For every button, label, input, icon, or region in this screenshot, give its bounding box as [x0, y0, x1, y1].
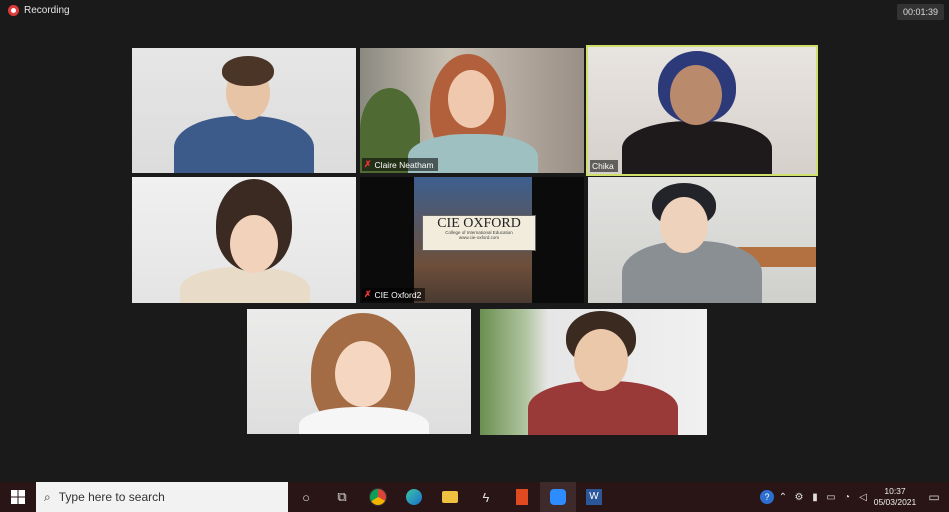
battery-icon[interactable]: ▭	[823, 492, 839, 503]
settings-icon[interactable]: ⚙	[791, 492, 807, 503]
chevron-up-icon[interactable]: ⌃	[775, 492, 791, 503]
record-icon	[8, 5, 19, 16]
clock-date: 05/03/2021	[873, 497, 917, 507]
word-icon[interactable]: W	[576, 482, 612, 512]
office-icon[interactable]	[504, 482, 540, 512]
video-tile-2[interactable]: ✗ Claire Neatham	[360, 48, 584, 173]
task-view-icon[interactable]: ⧉	[324, 482, 360, 512]
recording-label: Recording	[24, 5, 70, 16]
video-tile-7[interactable]	[247, 309, 471, 434]
video-tile-1[interactable]	[132, 48, 356, 173]
mic-muted-icon: ✗	[364, 289, 372, 299]
video-tile-4[interactable]	[132, 177, 356, 303]
taskbar-clock[interactable]: 10:37 05/03/2021	[871, 486, 919, 508]
mic-muted-icon: ✗	[364, 159, 372, 169]
video-tile-8[interactable]	[480, 309, 707, 435]
participant-name: Chika	[590, 160, 618, 172]
file-explorer-icon[interactable]	[432, 482, 468, 512]
network-icon[interactable]: ◔	[839, 492, 855, 503]
taskbar-search-box[interactable]: ⌕ Type here to search	[36, 482, 288, 512]
video-tile-3[interactable]: Chika	[586, 45, 818, 176]
participant-name: ✗ CIE Oxford2	[362, 288, 426, 301]
video-tile-6[interactable]	[588, 177, 816, 303]
app-icon[interactable]: ϟ	[468, 482, 504, 512]
system-tray: ? ⌃ ⚙ ▮ ▭ ◔ ◁ 10:37 05/03/2021 ▭	[759, 482, 949, 512]
zoom-icon[interactable]	[540, 482, 576, 512]
windows-taskbar: ⌕ Type here to search ○ ⧉ ϟ W ? ⌃ ⚙ ▮ ▭ …	[0, 482, 949, 512]
recording-timer: 00:01:39	[896, 4, 944, 20]
edge-icon[interactable]	[396, 482, 432, 512]
chrome-icon[interactable]	[360, 482, 396, 512]
notification-icon[interactable]: ▭	[919, 490, 949, 504]
search-placeholder: Type here to search	[58, 490, 165, 504]
windows-start-icon[interactable]	[0, 482, 36, 512]
cortana-icon[interactable]: ○	[288, 482, 324, 512]
help-icon[interactable]: ?	[759, 490, 775, 504]
video-tile-5[interactable]: CIE OXFORD College of International Educ…	[360, 177, 584, 303]
recording-indicator: Recording	[8, 5, 70, 16]
clock-time: 10:37	[884, 486, 906, 496]
volume-icon[interactable]: ◁	[855, 492, 871, 503]
search-icon: ⌕	[44, 489, 51, 504]
cie-oxford-sign: CIE OXFORD College of International Educ…	[422, 215, 536, 251]
usb-icon[interactable]: ▮	[807, 492, 823, 503]
participant-name: ✗ Claire Neatham	[362, 158, 438, 171]
